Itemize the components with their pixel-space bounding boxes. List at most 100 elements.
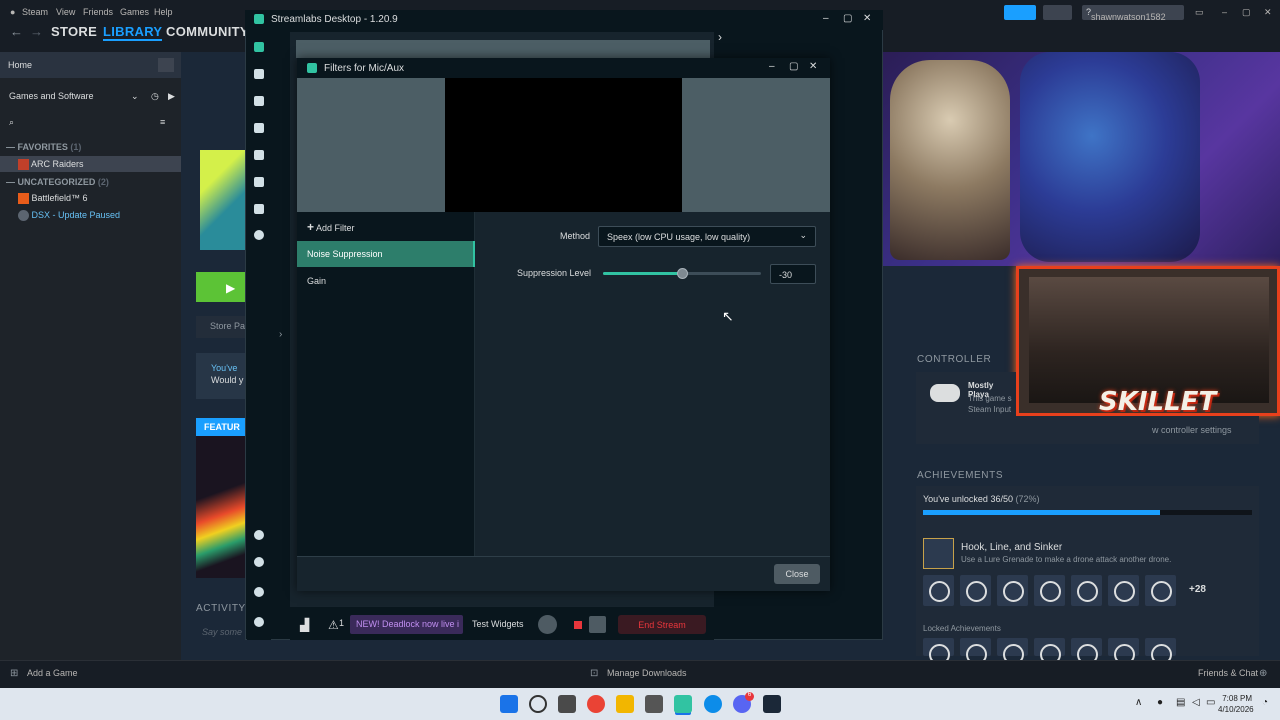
game-arc-raiders[interactable]: ARC Raiders bbox=[0, 156, 181, 172]
locked-badge-icon[interactable] bbox=[1145, 638, 1176, 665]
back-icon[interactable]: ← bbox=[10, 24, 23, 39]
network-icon[interactable]: ▤ bbox=[1176, 697, 1185, 708]
game-dsx[interactable]: DSX - Update Paused bbox=[0, 210, 181, 226]
filter-item-gain[interactable]: Gain bbox=[297, 268, 475, 294]
tray-chevron-icon[interactable]: ∧ bbox=[1135, 697, 1142, 708]
add-filter-button[interactable]: + Add Filter bbox=[297, 212, 475, 240]
performance-icon[interactable]: ▟ bbox=[300, 618, 309, 632]
filter-item-noise-suppression[interactable]: Noise Suppression bbox=[297, 241, 475, 267]
streamlabs-taskbar-icon[interactable] bbox=[674, 695, 692, 713]
volume-icon[interactable]: ◁ bbox=[1192, 697, 1200, 708]
maximize-icon[interactable]: ▢ bbox=[1242, 7, 1251, 18]
microphone-icon[interactable]: ● bbox=[1157, 697, 1163, 708]
achievement-badge-icon[interactable] bbox=[1034, 575, 1065, 606]
notification-bell-icon[interactable]: ◔ bbox=[1262, 697, 1268, 708]
suppression-input[interactable]: -30 bbox=[770, 264, 816, 284]
method-select[interactable]: Speex (low CPU usage, low quality) ⌄ bbox=[598, 226, 816, 247]
achievement-badge-icon[interactable] bbox=[1071, 575, 1102, 606]
achievement-badge-icon[interactable] bbox=[1108, 575, 1139, 606]
account-menu[interactable]: ? shawnwatson1582 bbox=[1082, 5, 1184, 22]
locked-badge-icon[interactable] bbox=[1034, 638, 1065, 665]
apps-icon[interactable] bbox=[254, 530, 264, 540]
announcement-button[interactable] bbox=[1004, 5, 1036, 20]
add-game-button[interactable]: Add a Game bbox=[27, 668, 78, 678]
friends-icon[interactable]: ⊕ bbox=[1259, 668, 1267, 679]
minimize-icon[interactable]: – bbox=[823, 13, 829, 24]
notifications-button[interactable] bbox=[1043, 5, 1072, 20]
tools-icon[interactable] bbox=[254, 123, 264, 133]
search-row[interactable]: ⌕ ≡ bbox=[0, 114, 181, 130]
close-button[interactable]: Close bbox=[774, 564, 820, 584]
add-game-icon[interactable]: ⊞ bbox=[10, 668, 18, 679]
edge-icon[interactable] bbox=[704, 695, 722, 713]
suppression-slider-handle[interactable] bbox=[677, 268, 688, 279]
bigpicture-icon[interactable]: ▭ bbox=[1195, 7, 1204, 18]
maximize-icon[interactable]: ▢ bbox=[843, 13, 852, 24]
task-view-icon[interactable] bbox=[558, 695, 576, 713]
settings-icon[interactable] bbox=[254, 587, 264, 597]
uncategorized-header[interactable]: — UNCATEGORIZED (2) bbox=[0, 177, 181, 187]
menu-games[interactable]: Games bbox=[120, 7, 149, 17]
explorer-icon[interactable] bbox=[616, 695, 634, 713]
manage-downloads-button[interactable]: Manage Downloads bbox=[607, 668, 687, 678]
replay-icon[interactable] bbox=[538, 615, 557, 634]
library-icon[interactable] bbox=[254, 96, 264, 106]
featured-card[interactable]: FEATUR bbox=[196, 418, 246, 578]
nav-community[interactable]: COMMUNITY bbox=[166, 24, 249, 39]
screenshot-icon[interactable] bbox=[589, 616, 606, 633]
locked-badge-icon[interactable] bbox=[923, 638, 954, 665]
menu-friends[interactable]: Friends bbox=[83, 7, 113, 17]
menu-help[interactable]: Help bbox=[154, 7, 173, 17]
menu-view[interactable]: View bbox=[56, 7, 75, 17]
locked-badge-icon[interactable] bbox=[1108, 638, 1139, 665]
nav-store[interactable]: STORE bbox=[51, 24, 97, 39]
store-icon[interactable] bbox=[254, 150, 264, 160]
home-row[interactable]: Home bbox=[0, 52, 181, 78]
news-banner[interactable]: NEW! Deadlock now live i bbox=[350, 615, 463, 634]
clock-icon[interactable]: ◷ bbox=[151, 91, 159, 102]
friends-chat-button[interactable]: Friends & Chat bbox=[1198, 668, 1258, 678]
search-icon[interactable] bbox=[529, 695, 547, 713]
minimize-icon[interactable]: – bbox=[1222, 7, 1227, 17]
close-icon[interactable]: ✕ bbox=[1264, 7, 1272, 18]
maximize-icon[interactable]: ▢ bbox=[789, 61, 798, 72]
filter-icon[interactable]: ≡ bbox=[160, 117, 165, 127]
nav-library[interactable]: LIBRARY bbox=[103, 24, 163, 41]
store-page-link[interactable]: Store Pa bbox=[196, 316, 246, 338]
store-icon[interactable] bbox=[645, 695, 663, 713]
play-button[interactable]: ▶ bbox=[196, 272, 246, 302]
more-achievements[interactable]: +28 bbox=[1189, 584, 1206, 595]
chrome-icon[interactable] bbox=[587, 695, 605, 713]
minimize-icon[interactable]: – bbox=[769, 61, 775, 72]
editor-icon[interactable] bbox=[254, 42, 264, 52]
collapse-chevron-icon[interactable]: › bbox=[718, 30, 722, 44]
controller-settings-link[interactable]: w controller settings bbox=[1016, 416, 1259, 444]
end-stream-button[interactable]: End Stream bbox=[618, 615, 706, 634]
themes-icon[interactable] bbox=[254, 177, 264, 187]
game-battlefield[interactable]: Battlefield™ 6 bbox=[0, 193, 181, 209]
locked-badge-icon[interactable] bbox=[1071, 638, 1102, 665]
activity-input[interactable]: Say some bbox=[202, 627, 242, 637]
achievement-badge-icon[interactable] bbox=[1145, 575, 1176, 606]
achievement-badge-icon[interactable] bbox=[960, 575, 991, 606]
alert-icon[interactable]: ⚠ bbox=[328, 618, 339, 632]
battery-icon[interactable]: ▭ bbox=[1206, 697, 1215, 708]
locked-badge-icon[interactable] bbox=[997, 638, 1028, 665]
grid-view-icon[interactable] bbox=[158, 58, 174, 72]
close-icon[interactable]: ✕ bbox=[863, 13, 871, 24]
start-icon[interactable] bbox=[500, 695, 518, 713]
profile-icon[interactable] bbox=[254, 617, 264, 627]
record-stop-icon[interactable] bbox=[574, 621, 582, 629]
record-icon[interactable] bbox=[254, 230, 264, 240]
achievement-badge-icon[interactable] bbox=[997, 575, 1028, 606]
expand-chevron-icon[interactable]: › bbox=[279, 329, 282, 340]
play-filter-icon[interactable]: ▶ bbox=[168, 91, 175, 102]
clock[interactable]: 7:08 PM 4/10/2026 bbox=[1218, 693, 1254, 715]
dashboard-icon[interactable] bbox=[254, 69, 264, 79]
collection-filter[interactable]: Games and Software ⌄ ◷ ▶ bbox=[0, 88, 181, 104]
ai-icon[interactable] bbox=[254, 204, 264, 214]
favorites-header[interactable]: — FAVORITES (1) bbox=[0, 142, 181, 152]
close-icon[interactable]: ✕ bbox=[809, 61, 817, 72]
test-widgets-button[interactable]: Test Widgets bbox=[472, 619, 524, 629]
steam-taskbar-icon[interactable] bbox=[763, 695, 781, 713]
